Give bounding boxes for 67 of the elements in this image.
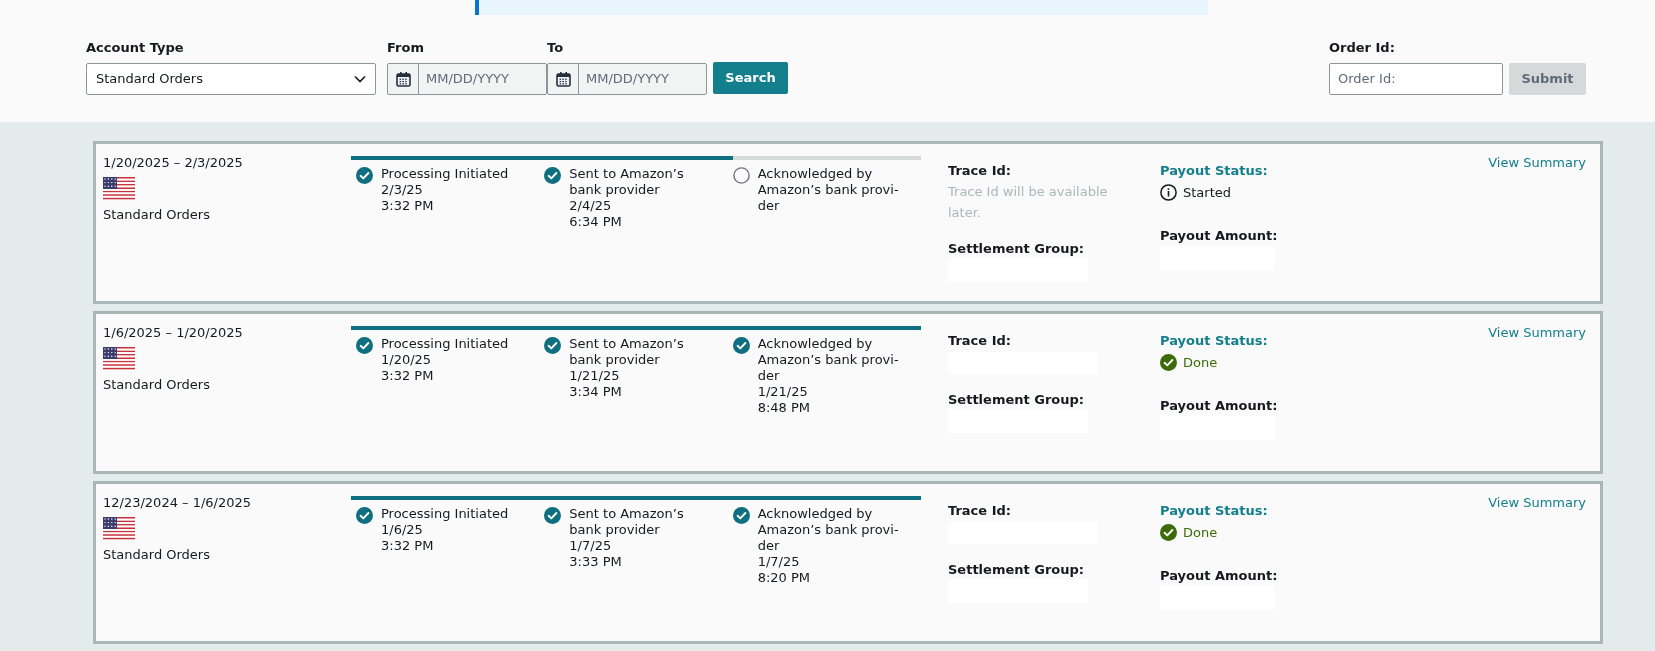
step-title: Sent to Amazon’s bank provider xyxy=(569,336,685,368)
field-label: Order Id: xyxy=(1329,39,1396,57)
step-time: 1/6/25 xyxy=(381,522,424,538)
field-label: Account Type xyxy=(86,39,185,57)
calendar-icon xyxy=(555,70,571,87)
step-title: Sent to Amazon’s bank provider xyxy=(569,166,685,198)
step-title: Sent to Amazon’s bank provider xyxy=(569,506,685,538)
date-input[interactable]: MM/DD/YYYY xyxy=(579,68,699,89)
amount-label: Payout Amount: xyxy=(1160,397,1279,415)
settlement-label: Settlement Group: xyxy=(948,560,1085,579)
step-time: 1/21/25 xyxy=(757,384,809,400)
flag-icon xyxy=(103,516,135,541)
chevron-down-icon xyxy=(354,74,366,83)
step-time: 1/21/25 xyxy=(569,368,621,384)
trace-label: Trace Id: xyxy=(948,502,1012,520)
step-title: Processing Initiated xyxy=(381,336,510,352)
step-time: 1/7/25 xyxy=(757,554,801,570)
step-title: Acknowledged by Amazon’s bank provi-der xyxy=(757,336,900,384)
step-time: 1/20/25 xyxy=(381,352,433,368)
step-time: 3:32 PM xyxy=(381,198,435,214)
step-time: 2/4/25 xyxy=(569,198,613,214)
calendar-icon xyxy=(395,70,411,87)
payout-status: Done xyxy=(1183,353,1218,372)
step-time: 1/7/25 xyxy=(569,538,613,554)
view-summary-link[interactable]: View Summary xyxy=(1488,153,1586,173)
trace-note: Trace Id will be available later. xyxy=(948,182,1109,222)
step-title: Processing Initiated xyxy=(381,506,510,522)
step-time: 8:20 PM xyxy=(757,570,812,586)
trace-label: Trace Id: xyxy=(948,162,1012,180)
status-label: Payout Status: xyxy=(1160,162,1269,180)
settlement-label: Settlement Group: xyxy=(948,390,1085,409)
date-picker[interactable]: MM/DD/YYYY xyxy=(387,62,547,95)
date-range: 1/20/2025 – 2/3/2025 xyxy=(103,154,244,172)
view-summary-link[interactable]: View Summary xyxy=(1488,493,1586,513)
settlement-label: Settlement Group: xyxy=(948,239,1085,258)
step-title: Acknowledged by Amazon’s bank provi-der xyxy=(757,506,900,554)
step-time: 8:48 PM xyxy=(757,400,812,416)
view-summary-link[interactable]: View Summary xyxy=(1488,323,1586,343)
step-time: 3:34 PM xyxy=(569,384,623,400)
step-time: 2/3/25 xyxy=(381,182,424,198)
payout-status: Started xyxy=(1183,183,1231,202)
account-type-dropdown[interactable]: Standard Orders xyxy=(86,62,376,95)
amount-label: Payout Amount: xyxy=(1160,567,1279,585)
order-id-field[interactable]: Order Id: xyxy=(1329,62,1503,95)
date-input[interactable]: MM/DD/YYYY xyxy=(419,68,539,89)
payout-status: Done xyxy=(1183,523,1218,542)
status-label: Payout Status: xyxy=(1160,332,1269,350)
step-title: Processing Initiated xyxy=(381,166,510,182)
trace-label: Trace Id: xyxy=(948,332,1012,350)
flag-icon xyxy=(103,346,135,371)
account-type: Standard Orders xyxy=(103,205,211,224)
date-range: 1/6/2025 – 1/20/2025 xyxy=(103,324,244,342)
field-label: From xyxy=(387,39,425,57)
flag-icon xyxy=(103,176,135,201)
account-type: Standard Orders xyxy=(103,375,211,394)
step-time: 3:32 PM xyxy=(381,368,435,384)
step-time: 6:34 PM xyxy=(569,214,623,230)
date-range: 12/23/2024 – 1/6/2025 xyxy=(103,494,253,512)
step-time: 3:32 PM xyxy=(381,538,435,554)
field-label: To xyxy=(547,39,565,57)
status-label: Payout Status: xyxy=(1160,502,1269,520)
account-type: Standard Orders xyxy=(103,545,211,564)
step-time: 3:33 PM xyxy=(569,554,623,570)
date-picker[interactable]: MM/DD/YYYY xyxy=(547,62,707,95)
search-button[interactable]: Search xyxy=(713,61,788,94)
amount-label: Payout Amount: xyxy=(1160,227,1279,245)
step-title: Acknowledged by Amazon’s bank provi-der xyxy=(757,166,900,214)
